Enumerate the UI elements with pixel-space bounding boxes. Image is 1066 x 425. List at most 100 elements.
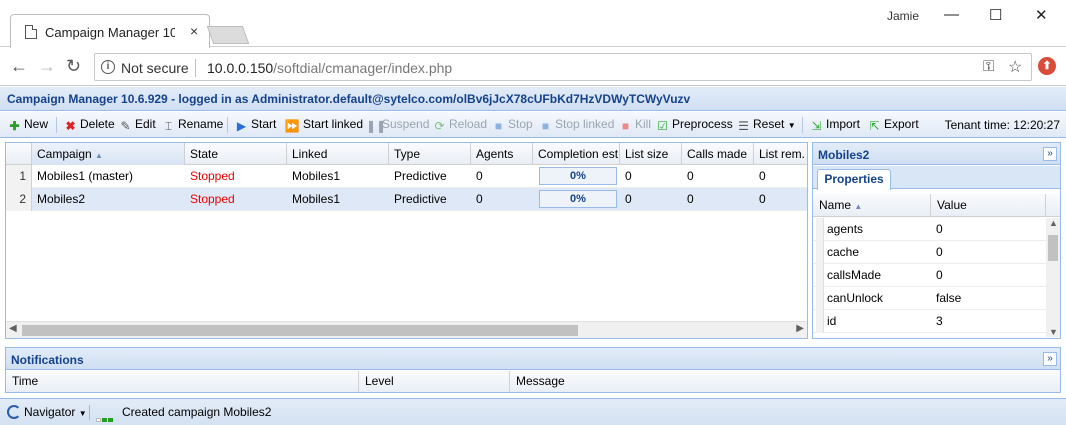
row-indent [816, 287, 824, 310]
url-text[interactable]: 10.0.0.150/softdial/cmanager/index.php [207, 60, 452, 76]
import-button[interactable]: ⇲ Import [810, 117, 860, 133]
bookmark-star-icon[interactable]: ☆ [1008, 57, 1022, 77]
close-window-button[interactable]: ✕ [1035, 6, 1048, 24]
collapse-right-icon[interactable]: » [1043, 147, 1057, 161]
property-value[interactable]: 3 [936, 310, 943, 333]
browser-tab[interactable]: Campaign Manager 10.6 × [10, 14, 210, 48]
stop-button[interactable]: ■ Stop [492, 117, 533, 133]
column-header-completion[interactable]: Completion est. [533, 143, 620, 165]
edit-button[interactable]: ✎ Edit [119, 117, 156, 133]
collapse-down-icon[interactable]: » [1043, 352, 1057, 366]
maximize-button[interactable]: ☐ [989, 6, 1002, 24]
column-header-campaign[interactable]: Campaign ▲ [32, 143, 185, 165]
preprocess-button[interactable]: ☑ Preprocess [656, 117, 733, 133]
column-header-value[interactable]: Value [931, 194, 1046, 217]
property-row[interactable]: agents 0 [813, 218, 1046, 241]
reload-icon[interactable]: ↻ [66, 56, 81, 77]
campaign-toolbar: ✚ New ✖ Delete ✎ Edit ⌶ Rename ▶ Start ⏩ Start… [0, 112, 1066, 138]
reload-label: Reload [449, 117, 488, 131]
info-icon[interactable]: i [101, 60, 115, 74]
row-number: 1 [6, 165, 32, 188]
kill-button[interactable]: ■ Kill [619, 117, 651, 133]
property-row[interactable]: callsMade 0 [813, 264, 1046, 287]
minimize-button[interactable]: — [944, 6, 959, 23]
tab-properties[interactable]: Properties [817, 169, 891, 190]
property-row[interactable]: id 3 [813, 310, 1046, 333]
reset-label: Reset [753, 117, 785, 131]
not-secure-label[interactable]: Not secure [121, 60, 189, 76]
scroll-down-icon[interactable]: ▼ [1049, 327, 1058, 337]
tab-close-icon[interactable]: × [190, 23, 198, 39]
profile-name[interactable]: Jamie [887, 9, 919, 23]
property-value[interactable]: false [936, 287, 961, 310]
toolbar-separator [56, 117, 57, 133]
table-row[interactable]: 1 Mobiles1 (master) Stopped Mobiles1 Pre… [6, 165, 807, 188]
table-row[interactable]: 2 Mobiles2 Stopped Mobiles1 Predictive 0… [6, 188, 807, 211]
property-row[interactable]: canUnlock false [813, 287, 1046, 310]
column-header-list-rem[interactable]: List rem. [754, 143, 807, 165]
property-value[interactable]: 0 [936, 241, 943, 264]
reset-button[interactable]: ☰ Reset ▼ [737, 117, 796, 133]
export-button[interactable]: ⇱ Export [868, 117, 918, 133]
start-linked-button[interactable]: ⏩ Start linked [284, 117, 364, 133]
column-header-level[interactable]: Level [359, 371, 510, 392]
address-bar[interactable]: i Not secure 10.0.0.150/softdial/cmanage… [94, 53, 1032, 81]
forward-icon[interactable]: → [38, 56, 56, 77]
column-header-calls-made[interactable]: Calls made [682, 143, 754, 165]
status-separator [89, 405, 90, 420]
edit-label: Edit [135, 117, 156, 131]
url-host: 10.0.0.150 [207, 60, 274, 76]
scroll-left-icon[interactable]: ◀ [9, 323, 17, 334]
property-value[interactable]: 0 [936, 218, 943, 241]
start-button[interactable]: ▶ Start [235, 117, 276, 133]
cell-agents: 0 [476, 169, 483, 183]
row-indent [816, 264, 824, 287]
new-button[interactable]: ✚ New [8, 117, 48, 133]
scroll-thumb[interactable] [1048, 235, 1058, 261]
column-label: Name [819, 198, 852, 212]
scroll-up-icon[interactable]: ▲ [1049, 218, 1058, 228]
cell-list-size: 0 [625, 192, 632, 206]
column-header-linked[interactable]: Linked [287, 143, 389, 165]
navigator-label: Navigator [24, 405, 76, 419]
notifications-panel: Notifications » Time Level Message [5, 347, 1061, 393]
delete-button[interactable]: ✖ Delete [64, 117, 115, 133]
rename-icon: ⌶ [164, 119, 173, 133]
delete-label: Delete [80, 117, 115, 131]
column-header-type[interactable]: Type [389, 143, 471, 165]
properties-panel: Mobiles2 » Properties Name ▲ Value agent… [812, 142, 1061, 339]
property-row[interactable]: cache 0 [813, 241, 1046, 264]
scroll-thumb[interactable] [22, 325, 578, 336]
column-header-message[interactable]: Message [510, 371, 1060, 392]
vertical-scrollbar[interactable]: ▲ ▼ [1046, 218, 1060, 337]
property-value[interactable]: 0 [936, 264, 943, 287]
campaign-grid: Campaign ▲ State Linked Type Agents Comp… [5, 142, 808, 339]
suspend-button[interactable]: ❚❚Suspend [366, 117, 429, 133]
stop-linked-button[interactable]: ■ Stop linked [539, 117, 615, 133]
app-title: Campaign Manager 10.6.929 - logged in as… [7, 92, 691, 106]
reload-button[interactable]: ⟳ Reload [433, 117, 487, 133]
extension-icon[interactable]: ⬆ [1038, 57, 1056, 75]
suspend-label: Suspend [382, 117, 430, 131]
property-name: callsMade [827, 268, 882, 282]
key-icon[interactable]: ⚿ [983, 58, 994, 75]
column-header-name[interactable]: Name ▲ [813, 194, 931, 217]
edit-icon: ✎ [120, 119, 131, 133]
sort-asc-icon: ▲ [95, 151, 103, 160]
column-header-agents[interactable]: Agents [471, 143, 533, 165]
column-header-list-size[interactable]: List size [620, 143, 682, 165]
cell-type: Predictive [394, 169, 447, 183]
delete-x-icon: ✖ [65, 119, 76, 133]
column-label: List rem. [759, 147, 806, 161]
back-icon[interactable]: ← [10, 56, 28, 77]
new-tab-button[interactable] [206, 26, 250, 44]
column-header-state[interactable]: State [185, 143, 287, 165]
navigator-button[interactable]: Navigator ▼ [7, 405, 87, 419]
scroll-right-icon[interactable]: ▶ [796, 323, 804, 334]
rename-button[interactable]: ⌶ Rename [162, 117, 223, 133]
omnibox-divider [195, 59, 196, 77]
properties-panel-header: Mobiles2 » [813, 143, 1060, 165]
column-header-time[interactable]: Time [6, 371, 359, 392]
horizontal-scrollbar[interactable]: ◀ ▶ [6, 321, 807, 338]
cell-state: Stopped [190, 192, 235, 206]
